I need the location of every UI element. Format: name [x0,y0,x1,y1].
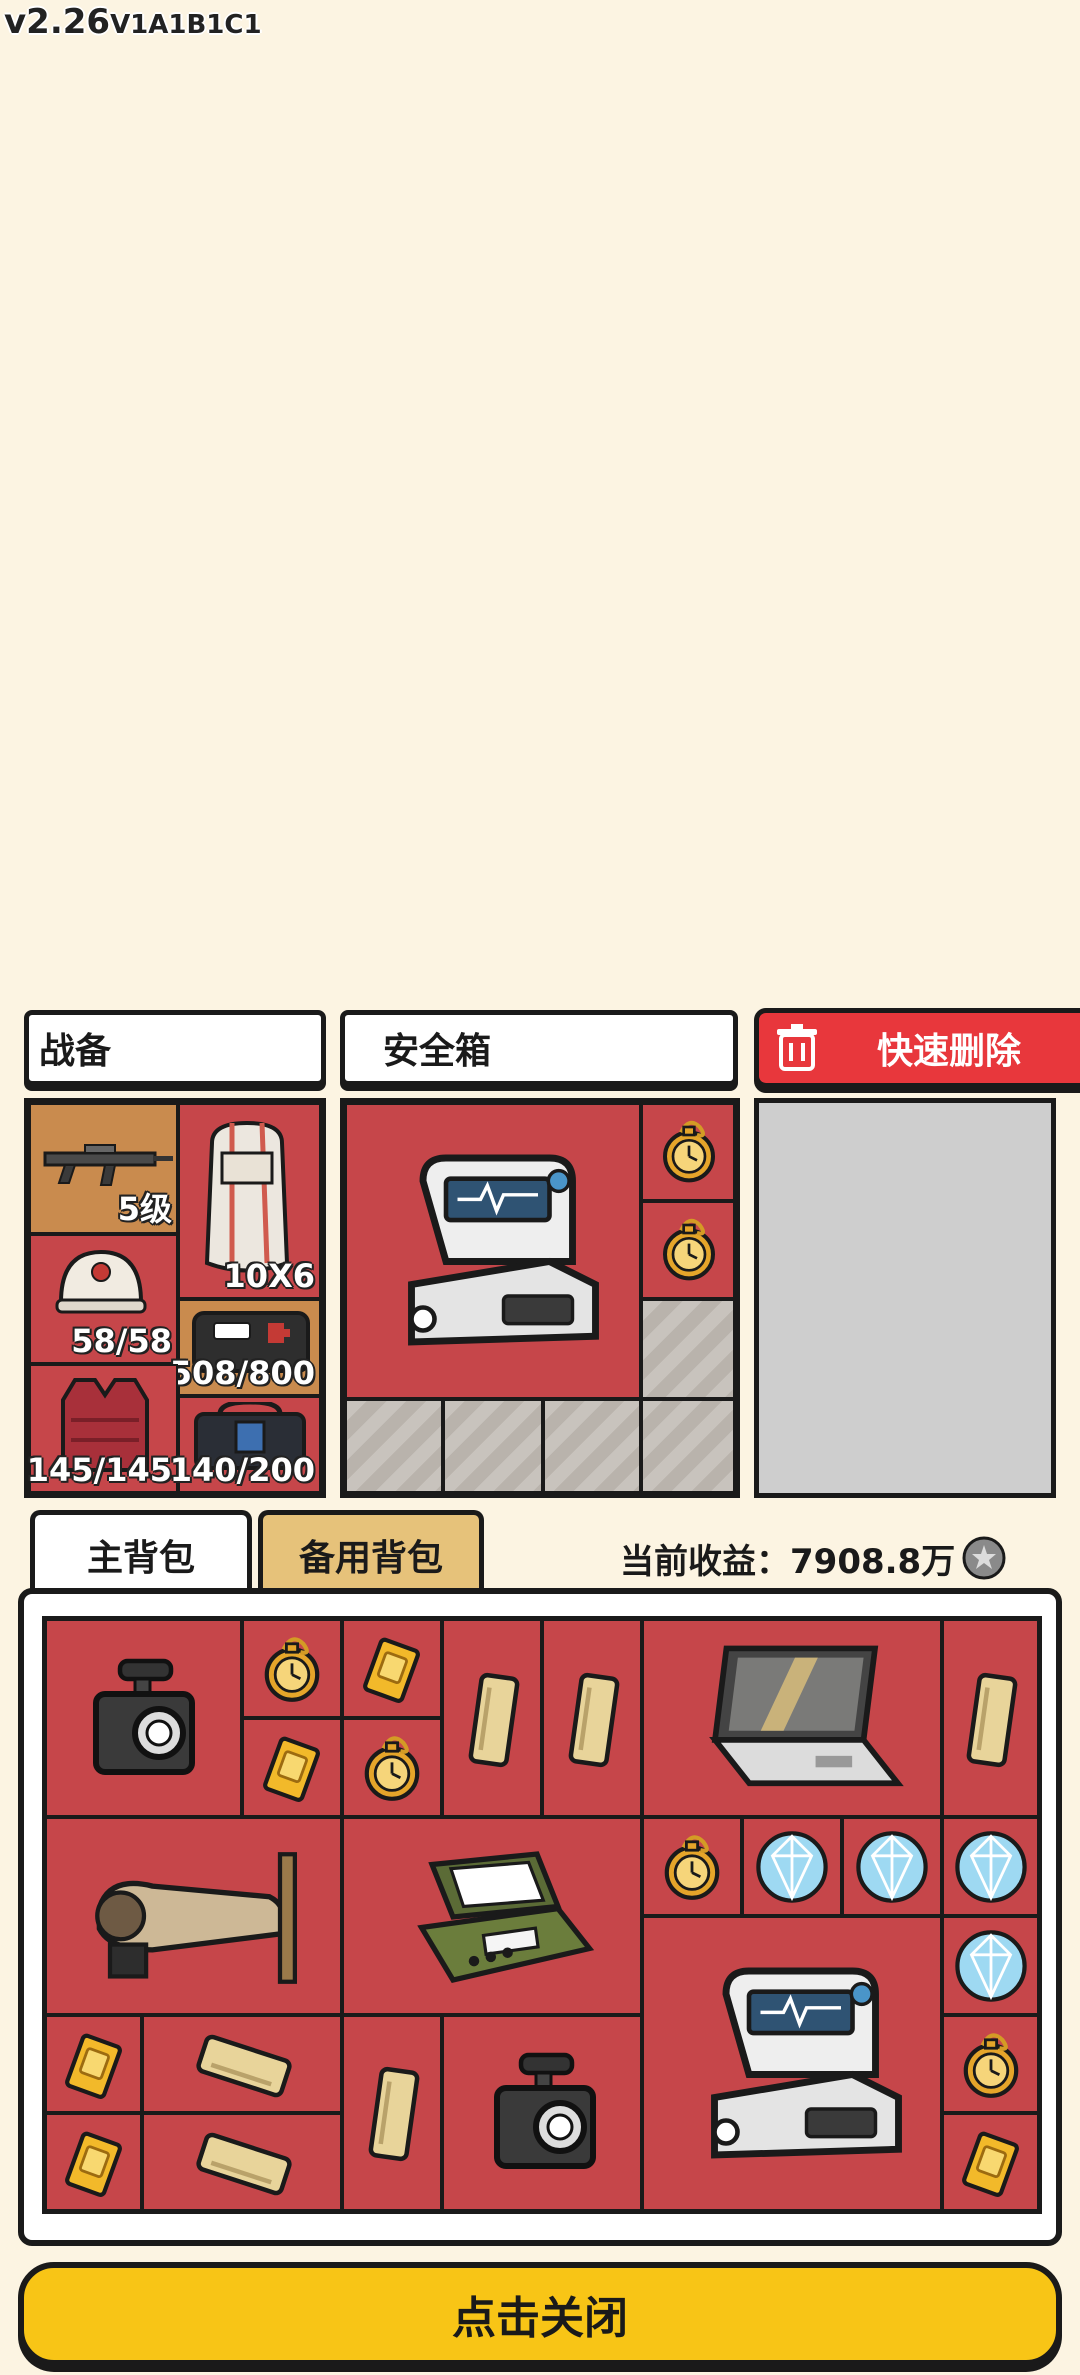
quick-delete-button[interactable]: 快速删除 [754,1008,1080,1088]
safebox-panel [340,1098,740,1498]
diamond-icon [850,1825,934,1909]
helmet-durability: 58/58 [71,1322,172,1360]
earnings-value: 7908.8万 [790,1541,956,1582]
pocket-watch-icon [649,1111,729,1191]
item-diamond[interactable] [942,1916,1039,2015]
tab-spare-backpack[interactable]: 备用背包 [258,1510,484,1594]
locked-slot [345,1399,443,1493]
camera-icon [470,2037,620,2187]
rifle-icon [43,1144,173,1186]
locked-slot [443,1399,543,1493]
weapon-slot[interactable]: 5级 [29,1103,178,1234]
item-watch[interactable] [242,1619,342,1718]
item-silver-bar[interactable] [942,1619,1039,1817]
monitor-device-icon [680,1948,910,2178]
equipment-panel: 5级 10X6 58/58 508/800 145/145 140/200 [24,1098,326,1498]
gold-bar-icon [949,2121,1033,2205]
item-silver-bar[interactable] [342,2015,442,2211]
tab-main-backpack-label: 主背包 [86,1537,195,1579]
monitor-device-icon [377,1135,607,1365]
gold-bar-icon [52,2121,136,2205]
gold-bar-icon [350,1627,434,1711]
armor-slot[interactable]: 145/145 [26,1364,178,1493]
item-watch[interactable] [342,1718,442,1817]
equipment-label: 战备 [24,1010,326,1086]
close-button-label: 点击关闭 [452,2293,628,2344]
trash-icon [777,1024,817,1071]
safebox-item-device[interactable] [345,1103,641,1399]
case-capacity: 508/800 [169,1354,315,1392]
item-silver-bar[interactable] [542,1619,642,1817]
pocket-watch-icon [649,1209,729,1289]
case-slot[interactable]: 508/800 [170,1299,321,1396]
item-gold-bar[interactable] [342,1619,442,1718]
helmet-icon [55,1249,147,1314]
item-silver-bar[interactable] [142,2113,342,2211]
backpack-size: 10X6 [223,1257,315,1295]
pocket-watch-icon [949,2023,1033,2107]
armor-durability: 145/145 [26,1451,172,1489]
weapon-level: 5级 [117,1190,172,1228]
oscilloscope-icon [390,1833,600,2001]
item-watch[interactable] [942,2015,1039,2113]
item-gold-bar[interactable] [242,1718,342,1817]
gold-bar-icon [250,1726,334,1810]
item-camera[interactable] [45,1619,242,1817]
item-oscilloscope[interactable] [342,1817,642,2015]
camera-icon [69,1643,219,1793]
helmet-slot[interactable]: 58/58 [29,1234,178,1364]
item-diamond[interactable] [742,1817,842,1916]
item-monitor-device[interactable] [642,1916,942,2211]
item-gold-bar[interactable] [942,2113,1039,2211]
locked-slot [543,1399,641,1493]
safebox-item-watch[interactable] [641,1201,735,1299]
earnings-label: 当前收益： [620,1541,790,1582]
safebox-item-watch[interactable] [641,1103,735,1201]
backpack-slot[interactable]: 10X6 [178,1103,321,1299]
coin-icon [962,1536,1006,1580]
main-backpack-panel [18,1588,1062,2246]
close-button[interactable]: 点击关闭 [18,2262,1062,2366]
item-gold-bar[interactable] [45,2113,142,2211]
backpack-grid [42,1616,1042,2214]
quick-delete-label: 快速删除 [877,1031,1022,1072]
diamond-icon [949,1924,1033,2008]
silver-bar-icon [185,2027,304,2105]
diamond-icon [949,1825,1033,1909]
pocket-watch-icon [650,1825,734,1909]
safebox-label-text: 安全箱 [383,1031,492,1072]
item-diamond[interactable] [942,1817,1039,1916]
item-diamond[interactable] [842,1817,942,1916]
diamond-icon [750,1825,834,1909]
statue-icon [65,1833,325,2003]
laptop-icon [680,1637,910,1797]
equipment-label-text: 战备 [39,1031,112,1072]
rig-capacity: 140/200 [169,1451,315,1489]
gold-bar-icon [52,2023,136,2107]
rig-slot[interactable]: 140/200 [170,1396,321,1493]
safebox-label: 安全箱 [340,1010,738,1086]
item-laptop[interactable] [642,1619,942,1817]
silver-bar-icon [185,2125,304,2203]
silver-bar-icon [962,1665,1022,1775]
item-silver-bar[interactable] [142,2015,342,2113]
silver-bar-icon [564,1665,624,1775]
silver-bar-icon [364,2059,424,2169]
locked-slot [641,1399,735,1493]
silver-bar-icon [464,1665,524,1775]
earnings-display: 当前收益： 7908.8万 [620,1530,1007,1586]
item-statue[interactable] [45,1817,342,2015]
item-watch[interactable] [642,1817,742,1916]
tab-main-backpack[interactable]: 主背包 [30,1510,252,1594]
item-silver-bar[interactable] [442,1619,542,1817]
locked-slot [641,1299,735,1399]
pocket-watch-icon [250,1627,334,1711]
tab-spare-backpack-label: 备用背包 [298,1537,443,1579]
version-label: v2.26V1A1B1C1 [4,2,262,42]
item-camera[interactable] [442,2015,642,2211]
item-gold-bar[interactable] [45,2015,142,2113]
pocket-watch-icon [350,1726,434,1810]
delete-drop-zone[interactable] [754,1098,1056,1498]
